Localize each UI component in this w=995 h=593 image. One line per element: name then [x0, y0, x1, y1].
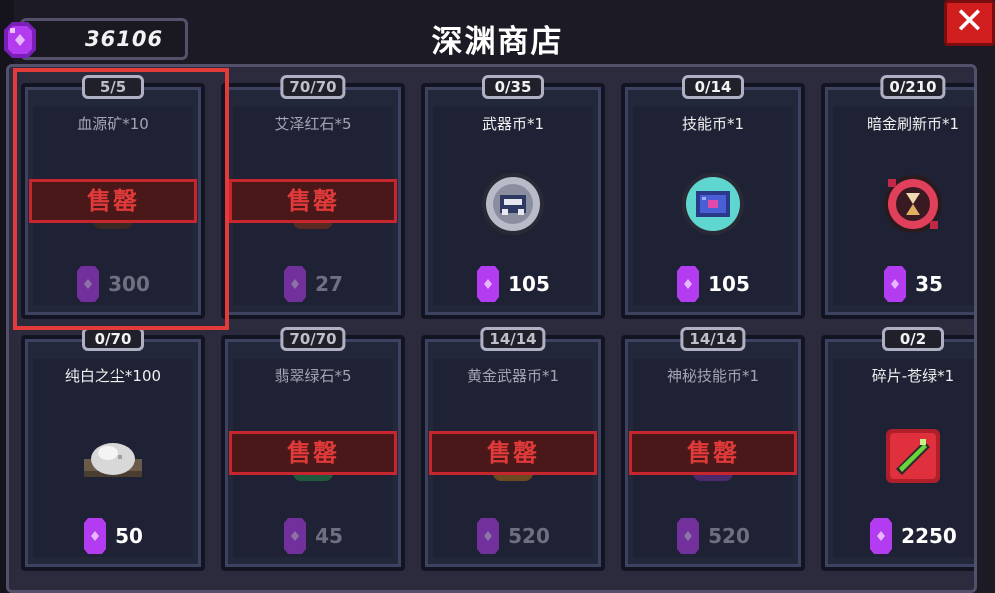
price-value: 27: [315, 272, 343, 296]
price-value: 2250: [901, 524, 957, 548]
shop-header: 36106 深渊商店 ✕: [0, 0, 995, 62]
price-value: 520: [708, 524, 750, 548]
price-value: 45: [315, 524, 343, 548]
purple-gem-icon: [870, 518, 893, 554]
skill-coin-icon: [682, 173, 744, 235]
purple-gem-icon: [884, 266, 907, 302]
stock-counter: 0/35: [482, 75, 544, 99]
green-shard-icon: [886, 429, 940, 483]
stock-counter: 0/70: [82, 327, 144, 351]
shop-item[interactable]: 0/70 纯白之尘*100 50: [21, 327, 205, 571]
price-value: 520: [508, 524, 550, 548]
selected-item-highlight: [13, 68, 229, 330]
item-price: 27: [225, 265, 401, 303]
purple-gem-icon: [677, 518, 700, 554]
sold-out-banner: 售罄: [229, 179, 397, 223]
refresh-coin-icon: [884, 175, 942, 233]
page-title: 深渊商店: [431, 24, 564, 60]
shop-item[interactable]: 70/70 艾泽红石*5 售罄 27: [221, 75, 405, 319]
item-price: 35: [825, 265, 974, 303]
price-value: 50: [115, 524, 143, 548]
shop-item[interactable]: 70/70 翡翠绿石*5 售罄 45: [221, 327, 405, 571]
price-value: 105: [708, 272, 750, 296]
item-price: 50: [25, 517, 201, 555]
item-name: 暗金刷新币*1: [866, 115, 960, 133]
purple-gem-icon: [477, 518, 500, 554]
purple-gem-icon: [284, 266, 307, 302]
item-price: 45: [225, 517, 401, 555]
shop-item[interactable]: 0/35 武器币*1 105: [421, 75, 605, 319]
price-value: 105: [508, 272, 550, 296]
stock-counter: 0/210: [880, 75, 946, 99]
item-name: 武器币*1: [481, 115, 545, 133]
sold-out-banner: 售罄: [429, 431, 597, 475]
shop-item[interactable]: 14/14 神秘技能币*1 售罄 520: [621, 327, 805, 571]
item-price: 105: [625, 265, 801, 303]
item-price: 520: [625, 517, 801, 555]
stock-counter: 14/14: [480, 327, 546, 351]
purple-gem-icon: [677, 266, 700, 302]
item-name: 神秘技能币*1: [666, 367, 760, 385]
price-value: 35: [915, 272, 943, 296]
shop-item[interactable]: 0/14 技能币*1 105: [621, 75, 805, 319]
shop-item[interactable]: 0/210 暗金刷新币*1 35: [821, 75, 974, 319]
stock-counter: 0/14: [682, 75, 744, 99]
close-icon: ✕: [954, 1, 985, 42]
close-button[interactable]: ✕: [944, 0, 995, 46]
item-name: 技能币*1: [681, 115, 745, 133]
sold-out-banner: 售罄: [629, 431, 797, 475]
stock-counter: 0/2: [882, 327, 944, 351]
item-name: 纯白之尘*100: [64, 367, 162, 385]
item-name: 艾泽红石*5: [274, 115, 352, 133]
weapon-coin-icon: [482, 173, 544, 235]
stock-counter: 14/14: [680, 327, 746, 351]
item-name: 翡翠绿石*5: [274, 367, 352, 385]
sold-out-banner: 售罄: [229, 431, 397, 475]
item-name: 黄金武器币*1: [466, 367, 560, 385]
item-price: 520: [425, 517, 601, 555]
purple-gem-icon: [477, 266, 500, 302]
shop-item[interactable]: 0/2 碎片-苍绿*1 2250: [821, 327, 974, 571]
item-name: 碎片-苍绿*1: [871, 367, 955, 385]
item-price: 105: [425, 265, 601, 303]
item-price: 2250: [825, 517, 974, 555]
white-dust-icon: [84, 443, 142, 477]
stock-counter: 70/70: [280, 75, 346, 99]
purple-gem-icon: [284, 518, 307, 554]
shop-item[interactable]: 14/14 黄金武器币*1 售罄 520: [421, 327, 605, 571]
stock-counter: 70/70: [280, 327, 346, 351]
purple-gem-icon: [84, 518, 107, 554]
